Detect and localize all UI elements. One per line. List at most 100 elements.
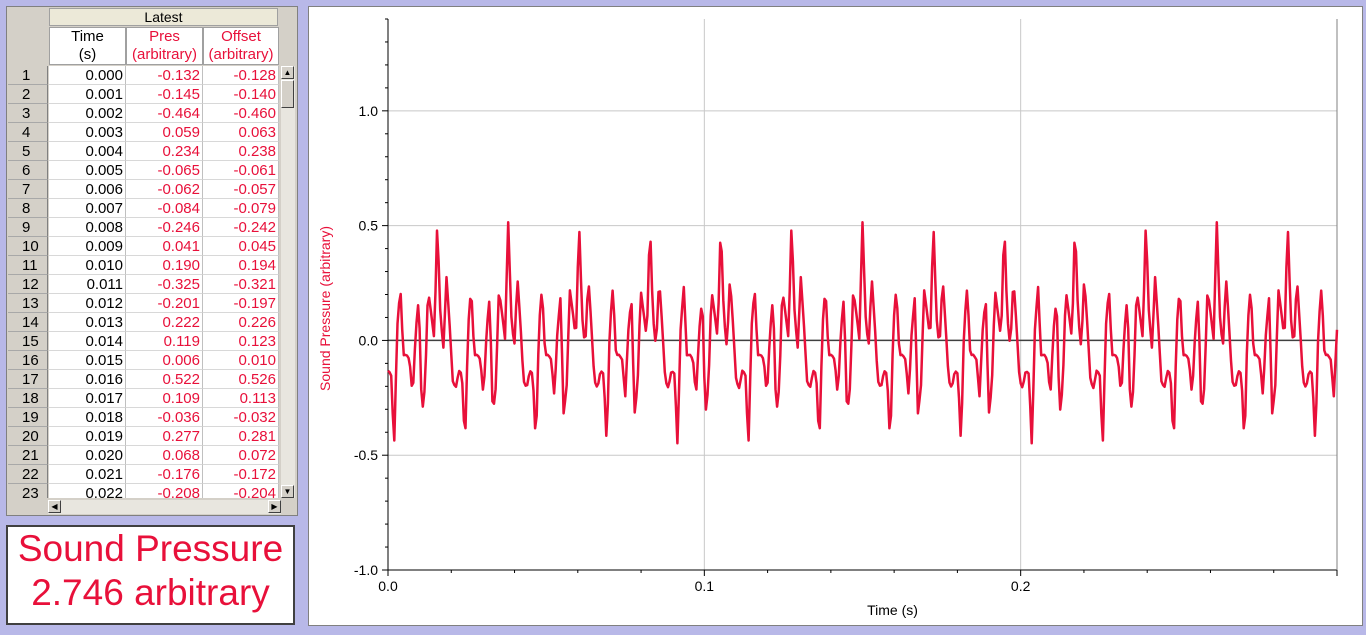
table-row[interactable]: 10 0.009 0.041 0.045	[8, 237, 279, 256]
row-index[interactable]: 15	[8, 332, 48, 351]
cell-time[interactable]: 0.007	[49, 199, 126, 218]
graph-panel[interactable]: -1.0 -0.5 0.0 0.5 1.0 0.0 0.1 0.2 Time (s) Sound …	[308, 6, 1363, 626]
cell-offset[interactable]: 0.281	[203, 427, 279, 446]
table-row[interactable]: 5 0.004 0.234 0.238	[8, 142, 279, 161]
cell-pres[interactable]: -0.132	[126, 66, 203, 85]
cell-time[interactable]: 0.008	[49, 218, 126, 237]
table-row[interactable]: 14 0.013 0.222 0.226	[8, 313, 279, 332]
cell-offset[interactable]: 0.010	[203, 351, 279, 370]
cell-time[interactable]: 0.003	[49, 123, 126, 142]
row-index[interactable]: 14	[8, 313, 48, 332]
table-row[interactable]: 20 0.019 0.277 0.281	[8, 427, 279, 446]
cell-time[interactable]: 0.002	[49, 104, 126, 123]
cell-time[interactable]: 0.019	[49, 427, 126, 446]
cell-pres[interactable]: -0.036	[126, 408, 203, 427]
cell-offset[interactable]: -0.128	[203, 66, 279, 85]
cell-pres[interactable]: -0.464	[126, 104, 203, 123]
cell-time[interactable]: 0.020	[49, 446, 126, 465]
scroll-down-arrow-icon[interactable]: ▼	[281, 485, 294, 498]
table-row[interactable]: 11 0.010 0.190 0.194	[8, 256, 279, 275]
table-row[interactable]: 13 0.012 -0.201 -0.197	[8, 294, 279, 313]
cell-time[interactable]: 0.017	[49, 389, 126, 408]
cell-time[interactable]: 0.001	[49, 85, 126, 104]
cell-pres[interactable]: 0.059	[126, 123, 203, 142]
table-row[interactable]: 3 0.002 -0.464 -0.460	[8, 104, 279, 123]
cell-pres[interactable]: -0.325	[126, 275, 203, 294]
row-index[interactable]: 19	[8, 408, 48, 427]
cell-pres[interactable]: 0.522	[126, 370, 203, 389]
cell-pres[interactable]: 0.068	[126, 446, 203, 465]
cell-time[interactable]: 0.010	[49, 256, 126, 275]
table-row[interactable]: 23 0.022 -0.208 -0.204	[8, 484, 279, 498]
cell-offset[interactable]: -0.032	[203, 408, 279, 427]
table-row[interactable]: 15 0.014 0.119 0.123	[8, 332, 279, 351]
table-row[interactable]: 6 0.005 -0.065 -0.061	[8, 161, 279, 180]
table-row[interactable]: 7 0.006 -0.062 -0.057	[8, 180, 279, 199]
row-index[interactable]: 17	[8, 370, 48, 389]
column-header-time[interactable]: Time (s)	[49, 27, 126, 65]
row-index[interactable]: 13	[8, 294, 48, 313]
row-index[interactable]: 20	[8, 427, 48, 446]
cell-offset[interactable]: 0.238	[203, 142, 279, 161]
row-index[interactable]: 21	[8, 446, 48, 465]
cell-offset[interactable]: -0.061	[203, 161, 279, 180]
cell-offset[interactable]: -0.460	[203, 104, 279, 123]
cell-offset[interactable]: -0.321	[203, 275, 279, 294]
cell-pres[interactable]: 0.222	[126, 313, 203, 332]
cell-offset[interactable]: 0.045	[203, 237, 279, 256]
row-index[interactable]: 16	[8, 351, 48, 370]
cell-time[interactable]: 0.021	[49, 465, 126, 484]
scroll-right-arrow-icon[interactable]: ▶	[268, 500, 281, 513]
cell-pres[interactable]: 0.119	[126, 332, 203, 351]
cell-pres[interactable]: -0.201	[126, 294, 203, 313]
cell-pres[interactable]: -0.176	[126, 465, 203, 484]
cell-offset[interactable]: 0.072	[203, 446, 279, 465]
cell-offset[interactable]: 0.526	[203, 370, 279, 389]
table-row[interactable]: 2 0.001 -0.145 -0.140	[8, 85, 279, 104]
table-row[interactable]: 18 0.017 0.109 0.113	[8, 389, 279, 408]
row-index[interactable]: 3	[8, 104, 48, 123]
cell-offset[interactable]: -0.204	[203, 484, 279, 498]
cell-pres[interactable]: 0.190	[126, 256, 203, 275]
cell-time[interactable]: 0.015	[49, 351, 126, 370]
table-row[interactable]: 22 0.021 -0.176 -0.172	[8, 465, 279, 484]
row-index[interactable]: 23	[8, 484, 48, 498]
row-index[interactable]: 12	[8, 275, 48, 294]
cell-time[interactable]: 0.018	[49, 408, 126, 427]
cell-time[interactable]: 0.005	[49, 161, 126, 180]
sound-pressure-meter[interactable]: Sound Pressure 2.746 arbitrary	[6, 525, 295, 625]
cell-offset[interactable]: 0.113	[203, 389, 279, 408]
table-row[interactable]: 4 0.003 0.059 0.063	[8, 123, 279, 142]
cell-pres[interactable]: -0.246	[126, 218, 203, 237]
cell-time[interactable]: 0.016	[49, 370, 126, 389]
cell-time[interactable]: 0.014	[49, 332, 126, 351]
cell-pres[interactable]: -0.145	[126, 85, 203, 104]
row-index[interactable]: 5	[8, 142, 48, 161]
cell-pres[interactable]: -0.065	[126, 161, 203, 180]
column-header-offset[interactable]: Offset (arbitrary)	[203, 27, 279, 65]
table-row[interactable]: 17 0.016 0.522 0.526	[8, 370, 279, 389]
cell-time[interactable]: 0.012	[49, 294, 126, 313]
cell-time[interactable]: 0.022	[49, 484, 126, 498]
cell-time[interactable]: 0.013	[49, 313, 126, 332]
cell-offset[interactable]: -0.242	[203, 218, 279, 237]
data-table[interactable]: Latest Time (s) Pres (arbitrary) Offset …	[6, 6, 298, 516]
cell-time[interactable]: 0.011	[49, 275, 126, 294]
row-index[interactable]: 1	[8, 66, 48, 85]
row-index[interactable]: 8	[8, 199, 48, 218]
row-index[interactable]: 10	[8, 237, 48, 256]
cell-offset[interactable]: 0.063	[203, 123, 279, 142]
cell-pres[interactable]: -0.208	[126, 484, 203, 498]
cell-pres[interactable]: 0.277	[126, 427, 203, 446]
column-header-pres[interactable]: Pres (arbitrary)	[126, 27, 203, 65]
cell-pres[interactable]: -0.062	[126, 180, 203, 199]
cell-pres[interactable]: 0.234	[126, 142, 203, 161]
vertical-scrollbar[interactable]: ▲ ▼	[281, 66, 295, 498]
row-index[interactable]: 22	[8, 465, 48, 484]
cell-offset[interactable]: -0.057	[203, 180, 279, 199]
cell-offset[interactable]: 0.123	[203, 332, 279, 351]
horizontal-scrollbar[interactable]: ◀ ▶	[48, 500, 281, 514]
row-index[interactable]: 7	[8, 180, 48, 199]
table-row[interactable]: 19 0.018 -0.036 -0.032	[8, 408, 279, 427]
cell-offset[interactable]: -0.172	[203, 465, 279, 484]
